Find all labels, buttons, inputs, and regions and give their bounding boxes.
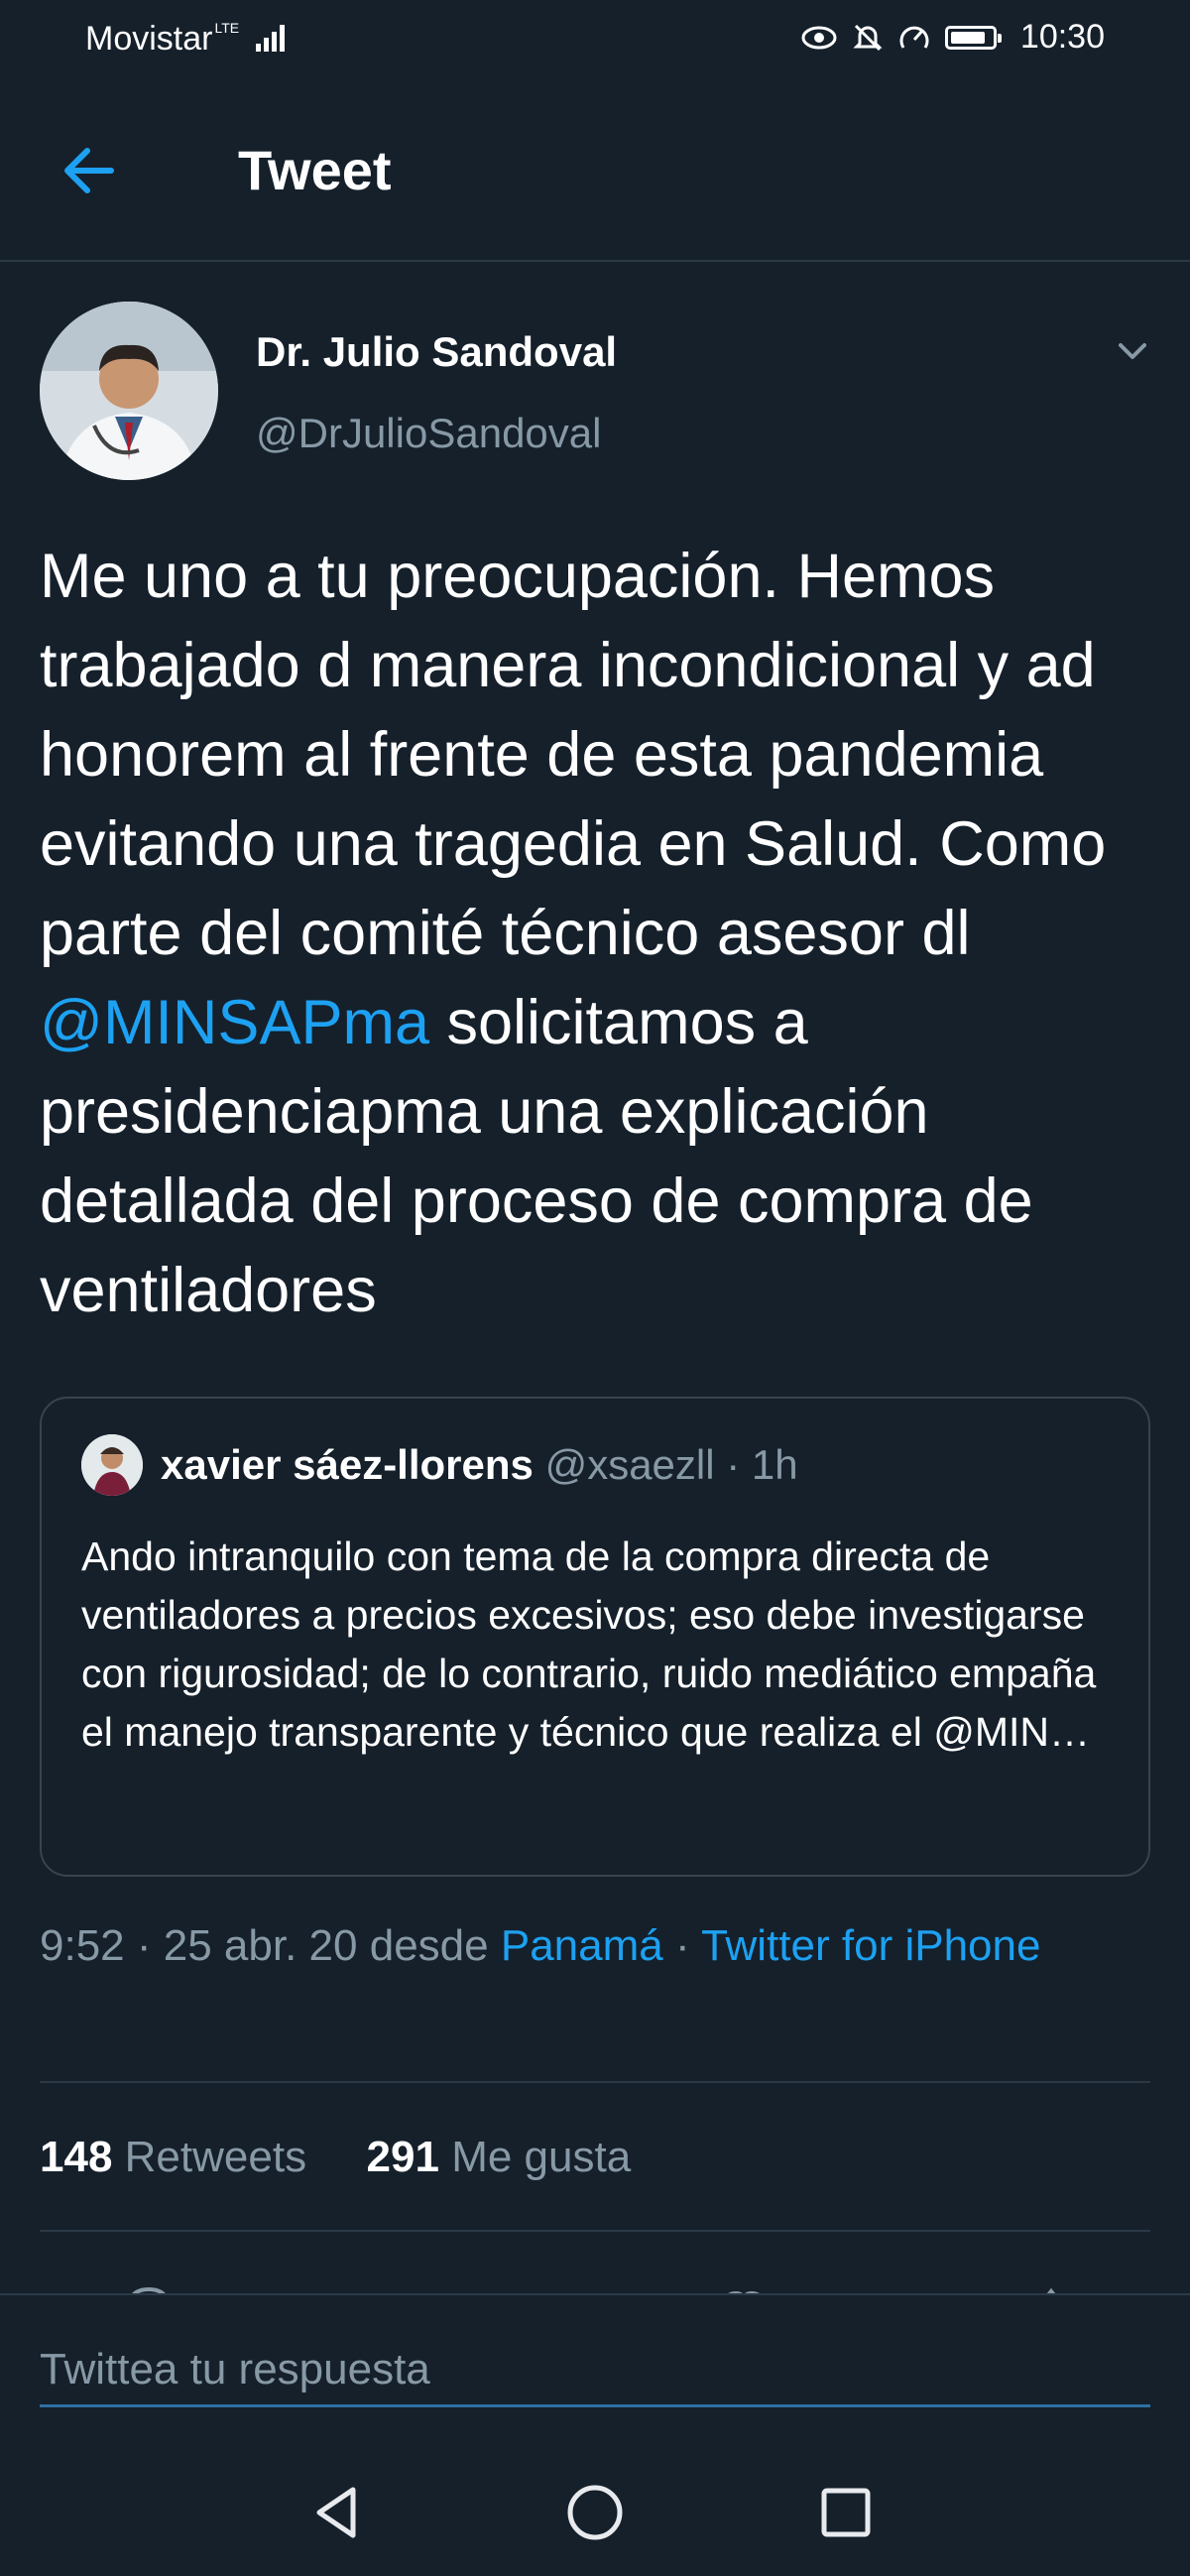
mention-link[interactable]: @MINSAPma	[40, 988, 429, 1057]
author-name[interactable]: Dr. Julio Sandoval	[256, 327, 617, 377]
tweet-time: 9:52	[40, 1921, 125, 1970]
quoted-tweet-card[interactable]: xavier sáez-llorens @xsaezll · 1h Ando i…	[40, 1397, 1150, 1877]
likes-label: Me gusta	[451, 2133, 632, 2181]
tweet-meta: 9:52 · 25 abr. 20 desde Panamá · Twitter…	[40, 1921, 1041, 1970]
retweets-stat[interactable]: 148 Retweets	[40, 2133, 306, 2181]
status-bar: Movistar LTE 10:30	[0, 0, 1190, 77]
quote-separator: ·	[726, 1441, 741, 1488]
divider	[40, 2081, 1150, 2083]
back-arrow-icon[interactable]	[58, 139, 121, 202]
tweet-text-part: Me uno a tu preocupación. Hemos trabajad…	[40, 542, 1107, 968]
tweet-date: 25 abr. 20	[163, 1921, 358, 1970]
location-link[interactable]: Panamá	[501, 1921, 663, 1970]
carrier-name: Movistar	[85, 20, 213, 58]
divider	[40, 2230, 1150, 2232]
quote-avatar	[81, 1434, 143, 1496]
data-saver-icon	[897, 22, 931, 54]
page-title: Tweet	[238, 139, 392, 201]
signal-icon	[256, 22, 285, 52]
system-nav-bar	[0, 2448, 1190, 2576]
quote-author-handle: @xsaezll	[544, 1441, 715, 1488]
nav-back-icon[interactable]	[303, 2478, 373, 2547]
author-handle[interactable]: @DrJulioSandoval	[256, 409, 601, 458]
status-icons: 10:30	[800, 18, 1105, 57]
source-link[interactable]: Twitter for iPhone	[701, 1921, 1040, 1970]
quote-header: xavier sáez-llorens @xsaezll · 1h	[161, 1440, 798, 1490]
from-label: desde	[369, 1921, 489, 1970]
likes-stat[interactable]: 291 Me gusta	[367, 2133, 632, 2181]
retweets-count: 148	[40, 2133, 113, 2181]
nav-recents-icon[interactable]	[811, 2478, 881, 2547]
quote-time: 1h	[751, 1441, 798, 1488]
tweet-stats: 148 Retweets 291 Me gusta	[40, 2129, 631, 2186]
tweet-text: Me uno a tu preocupación. Hemos trabajad…	[40, 532, 1160, 1335]
chevron-down-icon[interactable]	[1113, 331, 1152, 371]
reply-input[interactable]	[40, 2335, 1150, 2407]
carrier-label: Movistar LTE	[85, 20, 239, 59]
mute-icon	[852, 22, 884, 54]
header: Tweet	[0, 77, 1190, 262]
clock: 10:30	[1019, 18, 1105, 56]
quote-author-name: xavier sáez-llorens	[161, 1441, 534, 1488]
author-avatar[interactable]	[40, 302, 218, 480]
battery-icon	[944, 25, 1002, 50]
retweets-label: Retweets	[124, 2133, 307, 2181]
network-type: LTE	[214, 20, 240, 36]
eye-comfort-icon	[800, 23, 838, 53]
quote-text: Ando intranquilo con tema de la compra d…	[81, 1533, 1097, 1755]
nav-home-icon[interactable]	[560, 2478, 630, 2547]
reply-composer	[0, 2293, 1190, 2448]
likes-count: 291	[366, 2133, 439, 2181]
